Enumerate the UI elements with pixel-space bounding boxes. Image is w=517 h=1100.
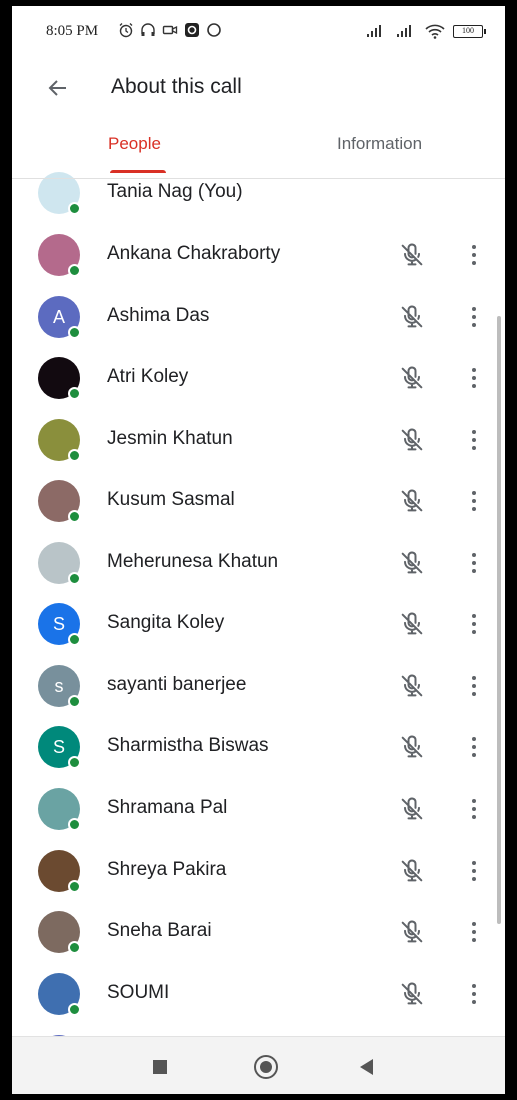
participant-row[interactable]: Meherunesa Khatun — [12, 532, 505, 593]
online-status-dot — [68, 510, 81, 523]
participant-name: Atri Koley — [107, 366, 189, 387]
participants-list[interactable]: Tania Nag (You) Ankana Chakraborty A Ashima… — [12, 162, 505, 1036]
online-status-dot — [68, 695, 81, 708]
participant-row[interactable]: Sneha Barai — [12, 901, 505, 962]
mic-off-icon[interactable] — [398, 241, 426, 269]
participant-row[interactable]: Jesmin Khatun — [12, 409, 505, 470]
online-status-dot — [68, 633, 81, 646]
participant-row[interactable] — [12, 1025, 505, 1036]
mic-off-icon[interactable] — [398, 303, 426, 331]
battery-icon: 100 — [453, 24, 486, 38]
mic-off-icon[interactable] — [398, 795, 426, 823]
wifi-icon — [425, 24, 445, 39]
mic-off-icon[interactable] — [398, 610, 426, 638]
more-options-icon[interactable] — [464, 795, 484, 823]
participant-name: Ashima Das — [107, 305, 210, 326]
participant-row[interactable]: Shramana Pal — [12, 778, 505, 839]
tab-information[interactable]: Information — [337, 134, 422, 154]
status-time: 8:05 PM — [46, 23, 99, 39]
online-status-dot — [68, 264, 81, 277]
participant-row[interactable]: Ankana Chakraborty — [12, 224, 505, 285]
more-options-icon[interactable] — [464, 241, 484, 269]
participant-name: Jesmin Khatun — [107, 428, 233, 449]
more-options-icon[interactable] — [464, 303, 484, 331]
more-options-icon[interactable] — [464, 610, 484, 638]
participant-row[interactable]: s sayanti banerjee — [12, 655, 505, 716]
more-options-icon[interactable] — [464, 733, 484, 761]
tab-divider — [12, 178, 505, 179]
online-status-dot — [68, 202, 81, 215]
participant-name: SOUMI — [107, 982, 170, 1003]
page-title: About this call — [111, 75, 242, 98]
participant-row[interactable]: Kusum Sasmal — [12, 470, 505, 531]
participant-row[interactable]: A Ashima Das — [12, 286, 505, 347]
mic-off-icon[interactable] — [398, 857, 426, 885]
online-status-dot — [68, 880, 81, 893]
nav-back-button[interactable] — [360, 1059, 373, 1075]
status-bar: 8:05 PM 100 — [12, 6, 505, 58]
online-status-dot — [68, 572, 81, 585]
more-options-icon[interactable] — [464, 980, 484, 1008]
participant-name: Sangita Koley — [107, 612, 225, 633]
system-nav-bar — [12, 1036, 505, 1094]
participant-name: sayanti banerjee — [107, 674, 247, 695]
more-options-icon[interactable] — [464, 487, 484, 515]
mic-off-icon[interactable] — [398, 364, 426, 392]
video-camera-icon — [162, 25, 178, 35]
participant-name: Ankana Chakraborty — [107, 243, 281, 264]
signal-icon — [367, 25, 381, 37]
more-options-icon[interactable] — [464, 549, 484, 577]
online-status-dot — [68, 326, 81, 339]
signal-icon-2 — [397, 25, 411, 37]
online-status-dot — [68, 387, 81, 400]
app-header: About this call — [12, 58, 505, 118]
participant-name: Sharmistha Biswas — [107, 735, 269, 756]
online-status-dot — [68, 1003, 81, 1016]
more-options-icon[interactable] — [464, 918, 484, 946]
participant-name: Meherunesa Khatun — [107, 551, 279, 572]
circle-notification-icon — [207, 23, 221, 37]
mic-off-icon[interactable] — [398, 549, 426, 577]
participant-row[interactable]: Tania Nag (You) — [12, 162, 505, 223]
participant-name: Sneha Barai — [107, 920, 212, 941]
participant-row[interactable]: Shreya Pakira — [12, 840, 505, 901]
headphones-icon — [141, 23, 155, 36]
more-options-icon[interactable] — [464, 426, 484, 454]
online-status-dot — [68, 449, 81, 462]
app-notification-icon — [185, 23, 199, 37]
scrollbar[interactable] — [497, 316, 501, 924]
online-status-dot — [68, 756, 81, 769]
more-options-icon[interactable] — [464, 364, 484, 392]
tab-people[interactable]: People — [108, 134, 161, 154]
more-options-icon[interactable] — [464, 672, 484, 700]
mic-off-icon[interactable] — [398, 426, 426, 454]
home-button[interactable] — [254, 1055, 278, 1079]
mic-off-icon[interactable] — [398, 980, 426, 1008]
mic-off-icon[interactable] — [398, 733, 426, 761]
participant-row[interactable]: SOUMI — [12, 963, 505, 1024]
participant-name: Shramana Pal — [107, 797, 228, 818]
mic-off-icon[interactable] — [398, 918, 426, 946]
more-options-icon[interactable] — [464, 857, 484, 885]
notification-icons — [118, 22, 222, 38]
alarm-icon — [119, 23, 133, 38]
participant-name: Tania Nag (You) — [107, 181, 243, 202]
mic-off-icon[interactable] — [398, 672, 426, 700]
system-status-icons: 100 — [365, 23, 486, 39]
arrow-back-icon — [48, 80, 66, 96]
participant-row[interactable]: S Sangita Koley — [12, 593, 505, 654]
mic-off-icon[interactable] — [398, 487, 426, 515]
participant-name: Shreya Pakira — [107, 859, 227, 880]
recents-button[interactable] — [153, 1060, 167, 1074]
participant-name: Kusum Sasmal — [107, 489, 235, 510]
online-status-dot — [68, 941, 81, 954]
participant-row[interactable]: S Sharmistha Biswas — [12, 716, 505, 777]
online-status-dot — [68, 818, 81, 831]
participant-row[interactable]: Atri Koley — [12, 347, 505, 408]
phone-screen: 8:05 PM 100 About this call People Infor… — [12, 6, 505, 1094]
back-button[interactable] — [42, 72, 74, 104]
